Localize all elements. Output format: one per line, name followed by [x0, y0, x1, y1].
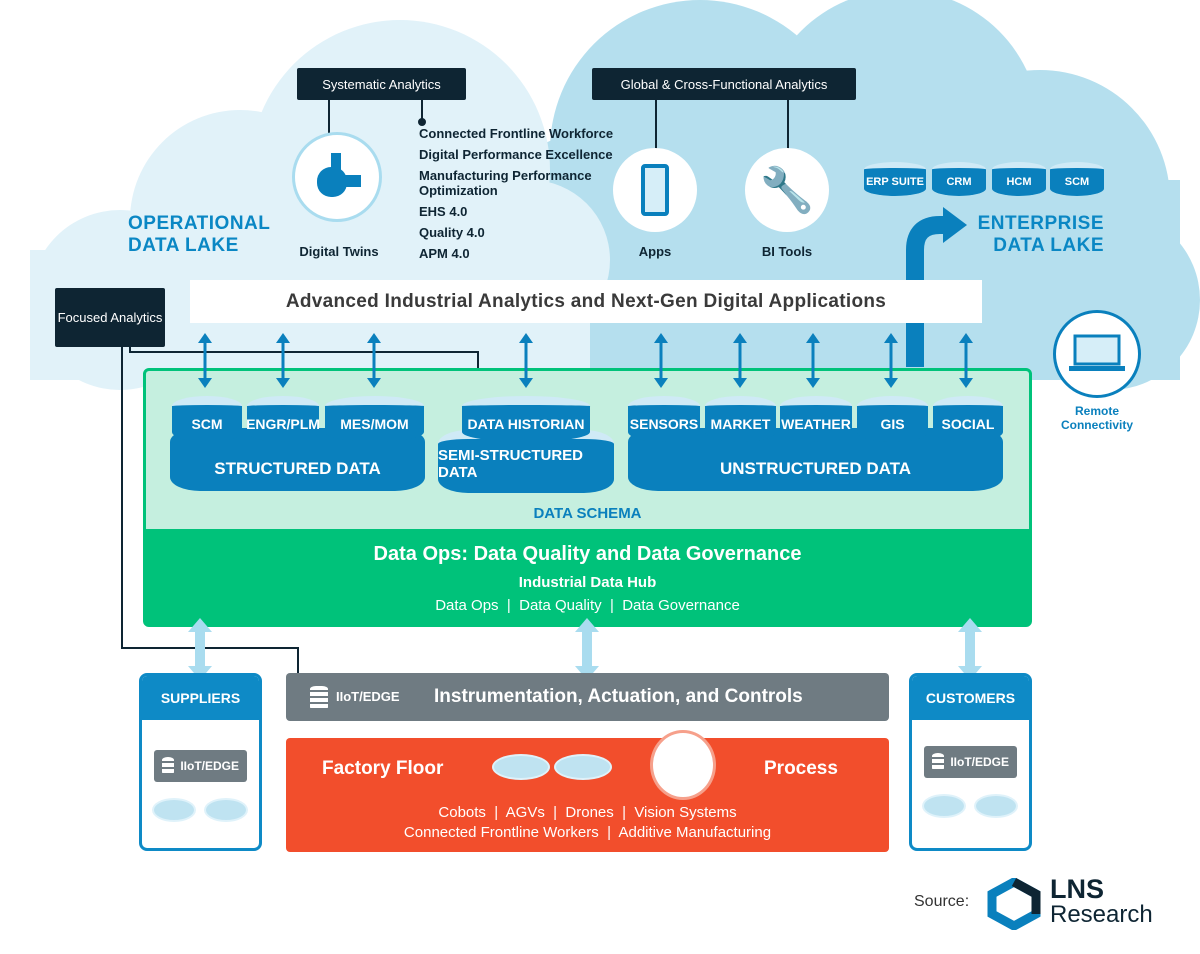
- mes-mom-cylinder: MES/MOM: [325, 396, 424, 442]
- washer-icon: [974, 794, 1018, 818]
- arrow-head: [276, 378, 290, 388]
- arrow-head: [654, 378, 668, 388]
- arrow-head: [733, 378, 747, 388]
- brand-research: Research: [1050, 901, 1153, 928]
- edge-label: IIoT/EDGE: [336, 689, 400, 704]
- social-cylinder: SOCIAL: [933, 396, 1003, 442]
- factory-icon: [922, 794, 966, 818]
- lns-logo-icon: [987, 878, 1041, 930]
- lns-brand: LNS Research: [1050, 876, 1153, 928]
- arrow-head: [367, 378, 381, 388]
- truck-icon: [204, 798, 248, 822]
- arrow-head: [806, 378, 820, 388]
- process-label: Process: [764, 758, 838, 779]
- database-icon: [310, 686, 328, 710]
- suppliers-box: SUPPLIERS IIoT/EDGE: [139, 673, 262, 851]
- factory-line-2: Connected Frontline Workers | Additive M…: [403, 824, 772, 841]
- database-icon: [162, 757, 175, 775]
- tablet-icon: [554, 754, 612, 780]
- factory-floor-label: Factory Floor: [322, 758, 444, 779]
- sensors-cylinder: SENSORS: [628, 396, 700, 442]
- arrow-head: [959, 378, 973, 388]
- database-icon: [932, 753, 945, 771]
- suppliers-title: SUPPLIERS: [142, 676, 259, 720]
- arrow-head: [367, 333, 381, 343]
- instrumentation-bar: IIoT/EDGE Instrumentation, Actuation, an…: [286, 673, 889, 721]
- edge-label: IIoT/EDGE: [950, 755, 1009, 769]
- suppliers-edge-chip: IIoT/EDGE: [154, 750, 247, 782]
- arrow-head: [198, 378, 212, 388]
- arrow-head: [806, 333, 820, 343]
- customers-box: CUSTOMERS IIoT/EDGE: [909, 673, 1032, 851]
- arrow-head: [884, 333, 898, 343]
- arrow-head: [519, 333, 533, 343]
- meter-icon: [492, 754, 550, 780]
- arrow-head: [198, 333, 212, 343]
- arrow-head: [958, 618, 982, 632]
- meter-icon: [152, 798, 196, 822]
- arrow-head: [575, 618, 599, 632]
- arrow-head: [188, 618, 212, 632]
- arrow-head: [276, 333, 290, 343]
- scm-cylinder: SCM: [172, 396, 242, 442]
- arrow-head: [884, 378, 898, 388]
- weather-cylinder: WEATHER: [780, 396, 852, 442]
- arrow-head: [959, 333, 973, 343]
- customers-edge-chip: IIoT/EDGE: [924, 746, 1017, 778]
- instrumentation-title: Instrumentation, Actuation, and Controls: [434, 686, 803, 707]
- data-historian-cylinder: DATA HISTORIAN: [462, 396, 590, 442]
- arrow-head: [733, 333, 747, 343]
- engr-plm-cylinder: ENGR/PLM: [246, 396, 320, 442]
- factory-line-1: Cobots | AGVs | Drones | Vision Systems: [438, 804, 737, 821]
- customers-title: CUSTOMERS: [912, 676, 1029, 720]
- source-label: Source:: [914, 893, 970, 910]
- brand-lns: LNS: [1050, 874, 1104, 904]
- edge-label: IIoT/EDGE: [180, 759, 239, 773]
- factory-floor-box: Factory Floor Process Cobots | AGVs | Dr…: [286, 730, 889, 852]
- gis-cylinder: GIS: [857, 396, 928, 442]
- arrow-head: [519, 378, 533, 388]
- worker-icon: [650, 730, 716, 800]
- market-cylinder: MARKET: [705, 396, 776, 442]
- arrow-head: [654, 333, 668, 343]
